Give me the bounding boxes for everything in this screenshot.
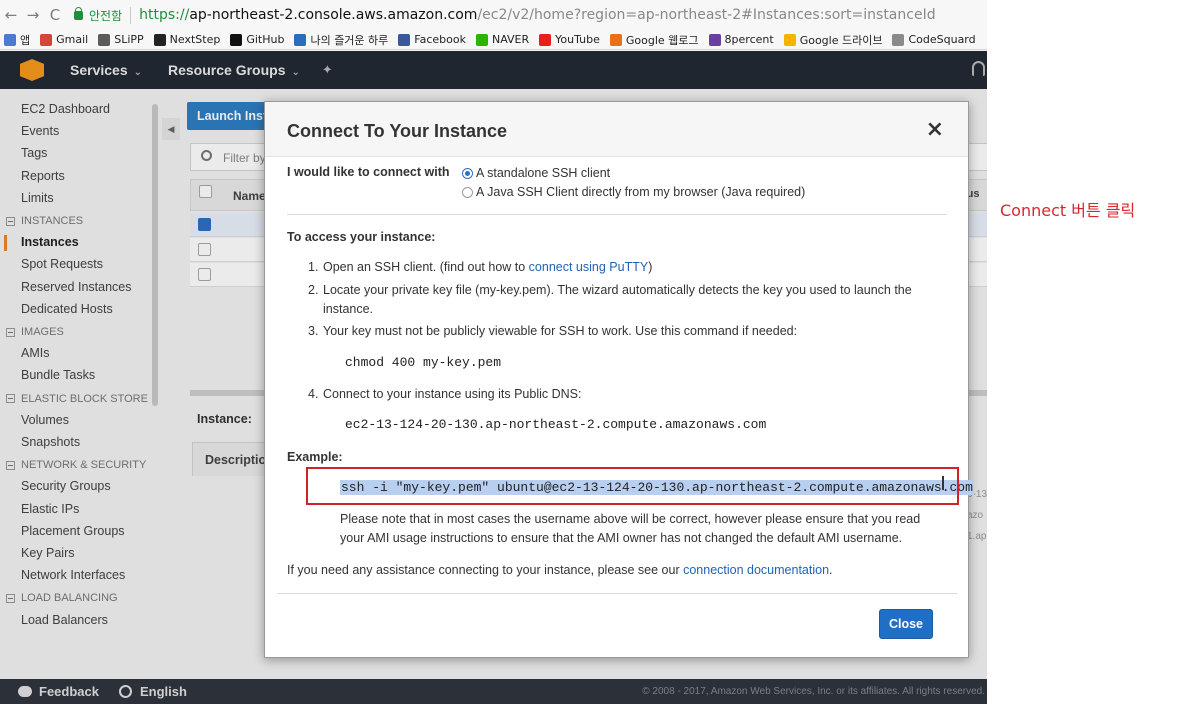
bookmark-favicon-icon	[4, 33, 16, 46]
browser-window: ← → C 안전함 https://ap-northeast-2.console…	[0, 0, 987, 704]
url-scheme: https://	[139, 7, 190, 23]
bookmark-label: YouTube	[555, 33, 600, 46]
bookmark-label: Gmail	[56, 33, 89, 46]
language-selector[interactable]: English	[140, 684, 187, 699]
bookmark-favicon-icon	[294, 33, 307, 46]
bookmark-item[interactable]: 8percent	[708, 33, 774, 46]
bookmark-label: GitHub	[246, 33, 285, 46]
services-menu[interactable]: Services ⌄	[70, 62, 142, 78]
public-dns-value: ec2-13-124-20-130.ap-northeast-2.compute…	[345, 417, 767, 432]
dialog-title: Connect To Your Instance	[287, 121, 508, 141]
divider	[287, 214, 947, 215]
bookmark-label: SLiPP	[114, 33, 144, 46]
bookmark-label: Google 드라이브	[799, 33, 883, 47]
bookmark-favicon-icon	[40, 33, 53, 46]
bookmark-label: CodeSquard	[908, 33, 976, 46]
bookmark-item[interactable]: 앱	[4, 32, 30, 48]
forward-button[interactable]: →	[22, 6, 44, 24]
back-button[interactable]: ←	[0, 6, 22, 24]
bookmark-favicon-icon	[892, 33, 905, 46]
url-host: ap-northeast-2.console.aws.amazon.com	[189, 7, 478, 23]
step-2: 2. Locate your private key file (my-key.p…	[308, 283, 912, 316]
bookmark-label: Facebook	[414, 33, 466, 46]
bookmark-label: 8percent	[724, 33, 774, 46]
help-text: If you need any assistance connecting to…	[287, 563, 833, 577]
bookmark-label: NextStep	[169, 33, 221, 46]
url-field[interactable]: 안전함 https://ap-northeast-2.console.aws.a…	[74, 6, 936, 24]
bookmark-label: NAVER	[491, 33, 530, 46]
copyright-text: © 2008 - 2017, Amazon Web Services, Inc.…	[642, 686, 985, 697]
bookmark-item[interactable]: NAVER	[475, 33, 530, 46]
globe-icon	[118, 685, 132, 698]
chevron-down-icon: ⌄	[291, 67, 300, 78]
close-icon[interactable]: ×	[926, 117, 944, 142]
username-note: Please note that in most cases the usern…	[340, 512, 921, 545]
access-instance-heading: To access your instance:	[287, 230, 436, 244]
bookmark-favicon-icon	[539, 33, 552, 46]
bookmark-label: Google 웹로그	[625, 33, 699, 47]
step-3: 3. Your key must not be publicly viewable…	[308, 324, 798, 338]
bell-icon[interactable]	[972, 61, 985, 76]
putty-link[interactable]: connect using PuTTY	[529, 260, 649, 274]
address-bar: ← → C 안전함 https://ap-northeast-2.console…	[0, 0, 987, 30]
feedback-link[interactable]: Feedback	[39, 684, 99, 699]
aws-cube-icon[interactable]	[20, 59, 44, 81]
bookmark-favicon-icon	[475, 33, 488, 46]
bookmark-item[interactable]: NextStep	[153, 33, 221, 46]
bookmark-label: 앱	[20, 33, 31, 47]
speech-bubble-icon	[18, 686, 32, 697]
annotation-text: Connect 버튼 클릭	[1000, 201, 1136, 220]
bookmark-item[interactable]: YouTube	[539, 33, 600, 46]
step-4: 4. Connect to your instance using its Pub…	[308, 387, 582, 401]
bookmark-favicon-icon	[153, 33, 166, 46]
lock-icon	[74, 6, 83, 20]
pin-icon[interactable]: ✦	[322, 62, 333, 78]
example-label: Example:	[287, 450, 343, 464]
text-cursor-icon	[942, 476, 944, 490]
chmod-command: chmod 400 my-key.pem	[345, 355, 502, 370]
url-path: /ec2/v2/home?region=ap-northeast-2#Insta…	[477, 7, 936, 23]
option-standalone-ssh-label[interactable]: A standalone SSH client	[476, 166, 610, 180]
bookmark-label: 나의 즐거운 하루	[310, 33, 389, 47]
bookmark-item[interactable]: CodeSquard	[892, 33, 976, 46]
secure-label: 안전함	[89, 6, 132, 24]
option-java-ssh-label[interactable]: A Java SSH Client directly from my brows…	[476, 185, 805, 199]
radio-standalone-ssh[interactable]	[462, 168, 473, 179]
bookmark-favicon-icon	[708, 33, 721, 46]
footer-divider	[277, 593, 957, 594]
bookmark-favicon-icon	[398, 33, 411, 46]
bookmark-favicon-icon	[230, 33, 243, 46]
radio-java-ssh[interactable]	[462, 187, 473, 198]
console-footer: Feedback English © 2008 - 2017, Amazon W…	[0, 679, 987, 704]
bookmark-item[interactable]: GitHub	[230, 33, 284, 46]
connect-with-label: I would like to connect with	[287, 165, 450, 179]
close-button[interactable]: Close	[879, 609, 933, 639]
dialog-header: Connect To Your Instance ×	[265, 102, 968, 157]
highlight-box	[306, 467, 959, 505]
bookmarks-bar: 앱 Gmail SLiPP NextStep GitHub 나의 즐거운 하루 Facebo…	[0, 30, 987, 50]
aws-console-header: Services ⌄ Resource Groups ⌄ ✦	[0, 51, 987, 89]
step-1: 1. Open an SSH client. (find out how to c…	[308, 260, 653, 274]
bookmark-item[interactable]: Google 드라이브	[783, 32, 883, 48]
bookmark-item[interactable]: 나의 즐거운 하루	[294, 32, 388, 48]
bookmark-favicon-icon	[783, 33, 796, 46]
bookmark-item[interactable]: Google 웹로그	[609, 32, 699, 48]
chevron-down-icon: ⌄	[133, 67, 142, 78]
bookmark-favicon-icon	[98, 33, 111, 46]
bookmark-item[interactable]: Gmail	[40, 33, 88, 46]
connection-documentation-link[interactable]: connection documentation	[683, 563, 829, 577]
connect-instance-dialog: Connect To Your Instance × I would like …	[264, 101, 974, 658]
resource-groups-menu[interactable]: Resource Groups ⌄	[168, 62, 300, 78]
bookmark-item[interactable]: Facebook	[398, 33, 466, 46]
bookmark-favicon-icon	[609, 33, 622, 46]
bookmark-item[interactable]: SLiPP	[98, 33, 144, 46]
reload-button[interactable]: C	[44, 6, 66, 24]
